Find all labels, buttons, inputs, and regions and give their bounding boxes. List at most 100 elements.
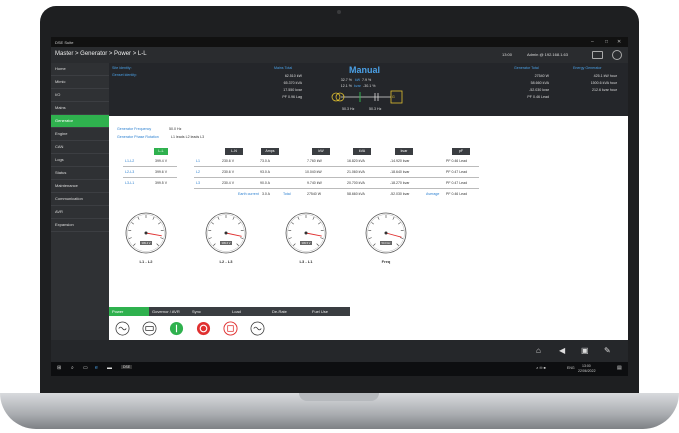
- tab-load[interactable]: Load: [229, 307, 270, 316]
- l3-amps: 90.0 A: [260, 181, 270, 185]
- mode-title: Manual: [349, 65, 381, 75]
- l3-kw: 9.740 kW: [307, 181, 322, 185]
- mimic-kvar-pct: 12.1 %: [340, 84, 352, 88]
- gauge-1: 399.4 V L1 - L2: [125, 212, 167, 274]
- l2-amps: 93.0 A: [260, 170, 270, 174]
- tab-power[interactable]: Power: [109, 307, 150, 316]
- sidebar-item-can[interactable]: CAN: [51, 141, 109, 154]
- l3-pf: PF 0.47 Lead: [446, 181, 468, 185]
- gen-total-kvar: -52.030 kvar: [529, 88, 549, 92]
- sidebar-item-mimic[interactable]: Mimic: [51, 76, 109, 89]
- col-kw: kW: [312, 148, 330, 155]
- gauge-dial: 399.5 V: [285, 212, 327, 254]
- generator-icon[interactable]: [250, 321, 265, 336]
- taskbar-date: 22/06/2022: [578, 369, 596, 373]
- average-label: Average: [426, 192, 440, 196]
- start-icon[interactable]: [169, 321, 184, 336]
- mains-kw: 62.510 kW: [284, 74, 302, 78]
- taskbar-time: 13:00: [582, 364, 591, 368]
- home-icon[interactable]: ⌂: [536, 346, 541, 355]
- tab-sync[interactable]: Sync: [189, 307, 230, 316]
- sidebar-item-io[interactable]: I/O: [51, 89, 109, 102]
- sidebar-item-logs[interactable]: Logs: [51, 154, 109, 167]
- l2-kw: 10.040 kW: [305, 170, 322, 174]
- keyboard-icon[interactable]: [592, 51, 603, 59]
- ll-label-2: L2-L3: [125, 170, 135, 174]
- l2-pf: PF 0.47 Lead: [446, 170, 468, 174]
- user-icon[interactable]: [612, 50, 622, 60]
- tab-de-rate[interactable]: De-Rate: [269, 307, 310, 316]
- col-ln: L-N: [225, 148, 243, 155]
- gauge-3: 399.5 V L3 - L1: [285, 212, 327, 274]
- search-icon[interactable]: ⌕: [71, 365, 74, 371]
- gauge-dial: 399.6 V: [205, 212, 247, 254]
- folder-icon[interactable]: ▬: [107, 365, 112, 371]
- gauge-label: L1 - L2: [139, 259, 153, 264]
- site-identity-label: Site identity:: [112, 66, 132, 70]
- sidebar-item-expansion[interactable]: Expansion: [51, 219, 109, 232]
- gen-total-kw: 27540 W: [534, 74, 549, 78]
- l1-kvar: -14.920 kvar: [390, 159, 410, 163]
- divider: [194, 166, 479, 167]
- sidebar-item-engine[interactable]: Engine: [51, 128, 109, 141]
- total-kvar: -52.030 kvar: [390, 192, 410, 196]
- mains-kvar: 17.550 kvar: [283, 88, 302, 92]
- gen-symbol: G: [392, 95, 395, 99]
- browser-icon[interactable]: e: [95, 365, 98, 371]
- mains-kva: 65.370 kVA: [283, 81, 302, 85]
- gauge-label: Freq: [381, 259, 391, 264]
- app-title: DSE Suite: [55, 40, 74, 45]
- sidebar-item-communication[interactable]: Communication: [51, 193, 109, 206]
- l1-kw: 7.760 kW: [307, 159, 322, 163]
- dse-app-icon[interactable]: DSE: [121, 365, 133, 369]
- minimize-button[interactable]: –: [591, 39, 594, 45]
- sidebar-item-generator[interactable]: Generator: [51, 115, 109, 128]
- ll-value-2: 399.6 V: [155, 170, 168, 174]
- gauge-4: 50.0 Hz Freq: [365, 212, 407, 274]
- genset-identity-label: Genset identity:: [112, 73, 137, 77]
- mimic-kw-pct: 32.7 %: [340, 78, 352, 82]
- edit-icon[interactable]: ✎: [604, 346, 611, 355]
- gen-total-pf: PF 0.46 Lead: [527, 95, 549, 99]
- tab-bar: Power Governor / AVR Sync Load De-Rate F…: [109, 306, 628, 318]
- tab-fuel-use[interactable]: Fuel Use: [309, 307, 350, 316]
- sidebar-item-mains[interactable]: Mains: [51, 102, 109, 115]
- auto-icon[interactable]: [142, 321, 157, 336]
- total-kva: 58.660 kVA: [347, 192, 365, 196]
- summary-header: Site identity: Genset identity: Mains To…: [109, 63, 628, 116]
- back-icon[interactable]: ◀: [559, 346, 565, 355]
- phase-rotation-label: Generator Phase Rotation: [117, 135, 159, 139]
- sidebar-item-status[interactable]: Status: [51, 167, 109, 180]
- breadcrumb: Master > Generator > Power > L-L: [55, 51, 147, 57]
- total-kw: 27540 W: [307, 192, 322, 196]
- base-notch: [299, 393, 379, 401]
- sidebar-item-avr[interactable]: AVR: [51, 206, 109, 219]
- start-menu-icon[interactable]: ⊞: [57, 365, 61, 371]
- ll-value-1: 399.4 V: [155, 159, 168, 163]
- notification-icon[interactable]: ▤: [617, 365, 622, 371]
- manual-icon[interactable]: [223, 321, 238, 336]
- gauge-dial: 399.4 V: [125, 212, 167, 254]
- sidebar: Home Mimic I/O Mains Generator Engine CA…: [51, 63, 109, 330]
- task-view-icon[interactable]: ▭: [83, 365, 88, 371]
- system-tray[interactable]: ∧ ✉ ■: [536, 366, 546, 370]
- divider: [123, 177, 177, 178]
- clock: 13:00: [502, 52, 513, 57]
- sidebar-item-home[interactable]: Home: [51, 63, 109, 76]
- language-indicator[interactable]: ENG: [567, 366, 575, 370]
- l2-ln: 230.6 V: [222, 170, 235, 174]
- ll-header: L-L: [154, 148, 168, 155]
- gen-hz: 50.3 Hz: [369, 107, 382, 111]
- l1-ln: 230.6 V: [222, 159, 235, 163]
- stop-icon[interactable]: [196, 321, 211, 336]
- earth-current-value: 3.0 A: [262, 192, 270, 196]
- maximize-button[interactable]: □: [605, 39, 608, 45]
- print-icon[interactable]: ▣: [581, 346, 589, 355]
- main-panel: Generator Frequency 50.0 Hz Generator Ph…: [109, 116, 628, 306]
- mains-icon[interactable]: [115, 321, 130, 336]
- close-button[interactable]: ✕: [617, 39, 621, 45]
- sidebar-item-maintenance[interactable]: Maintenance: [51, 180, 109, 193]
- gauge-readout: 50.0 Hz: [382, 241, 392, 245]
- tab-governor-avr[interactable]: Governor / AVR: [149, 307, 190, 316]
- earth-current-label: Earth current: [238, 192, 259, 196]
